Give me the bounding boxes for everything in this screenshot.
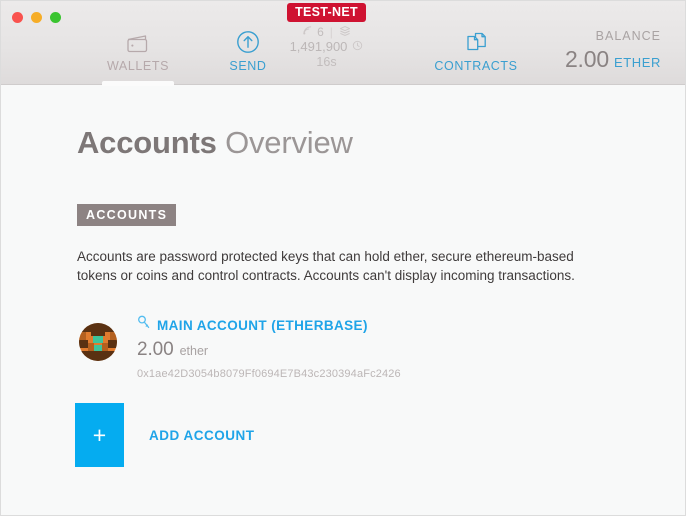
nav-tab-contracts-label: CONTRACTS [434,59,518,73]
nav-tab-wallets-label: WALLETS [106,59,170,73]
network-badge: TEST-NET [287,3,366,22]
nav-tab-wallets[interactable]: WALLETS [88,1,188,86]
block-number-row: 1,491,900 [279,39,374,55]
add-account-button[interactable]: + [75,403,124,467]
last-block-time: 16s [316,55,337,69]
account-info: MAIN ACCOUNT (ETHERBASE) 2.00 ether 0x1a… [137,315,401,380]
network-peers-row: 6 | [279,25,374,39]
page-title-strong: Accounts [77,125,217,160]
accounts-section-badge: ACCOUNTS [77,204,177,226]
wallet-icon [125,29,151,55]
account-name-row: MAIN ACCOUNT (ETHERBASE) [137,315,401,335]
key-icon [137,315,151,335]
page-title-light: Overview [225,125,353,160]
account-list-item[interactable]: MAIN ACCOUNT (ETHERBASE) 2.00 ether 0x1a… [79,315,685,380]
account-balance-value: 2.00 [137,339,174,360]
main-content: Accounts Overview ACCOUNTS Accounts are … [1,85,685,515]
nav-tab-send-label: SEND [229,59,267,73]
account-balance-row: 2.00 ether [137,339,401,361]
signal-icon [302,25,313,39]
balance-row: 2.00 ETHER [565,46,661,73]
page-title: Accounts Overview [1,85,685,161]
network-divider: | [329,24,333,39]
add-account-label[interactable]: ADD ACCOUNT [149,428,255,443]
send-arrow-icon [235,29,261,55]
header-balance: BALANCE 2.00 ETHER [565,29,661,73]
balance-label: BALANCE [595,29,661,43]
account-name[interactable]: MAIN ACCOUNT (ETHERBASE) [157,318,368,333]
add-account-row[interactable]: + ADD ACCOUNT [75,403,685,467]
network-status: TEST-NET 6 | 1,491,900 16s [279,3,374,70]
nav-tab-contracts[interactable]: CONTRACTS [426,1,526,85]
titlebar: WALLETS SEND CONTRACTS TEST-NET 6 | 1,49… [1,1,685,86]
account-identicon [79,323,117,361]
balance-value: 2.00 [564,46,609,72]
clock-icon [352,39,363,55]
balance-unit: ETHER [613,55,661,70]
accounts-section-description: Accounts are password protected keys tha… [77,249,575,283]
contracts-icon [462,29,490,55]
account-balance-unit: ether [179,344,209,358]
peer-count: 6 [317,24,324,39]
blocks-icon [339,25,351,40]
block-number: 1,491,900 [289,39,348,54]
app-window: WALLETS SEND CONTRACTS TEST-NET 6 | 1,49… [0,0,686,516]
plus-icon: + [92,421,107,448]
account-address[interactable]: 0x1ae42D3054b8079Ff0694E7B43c230394aFc24… [137,368,401,380]
